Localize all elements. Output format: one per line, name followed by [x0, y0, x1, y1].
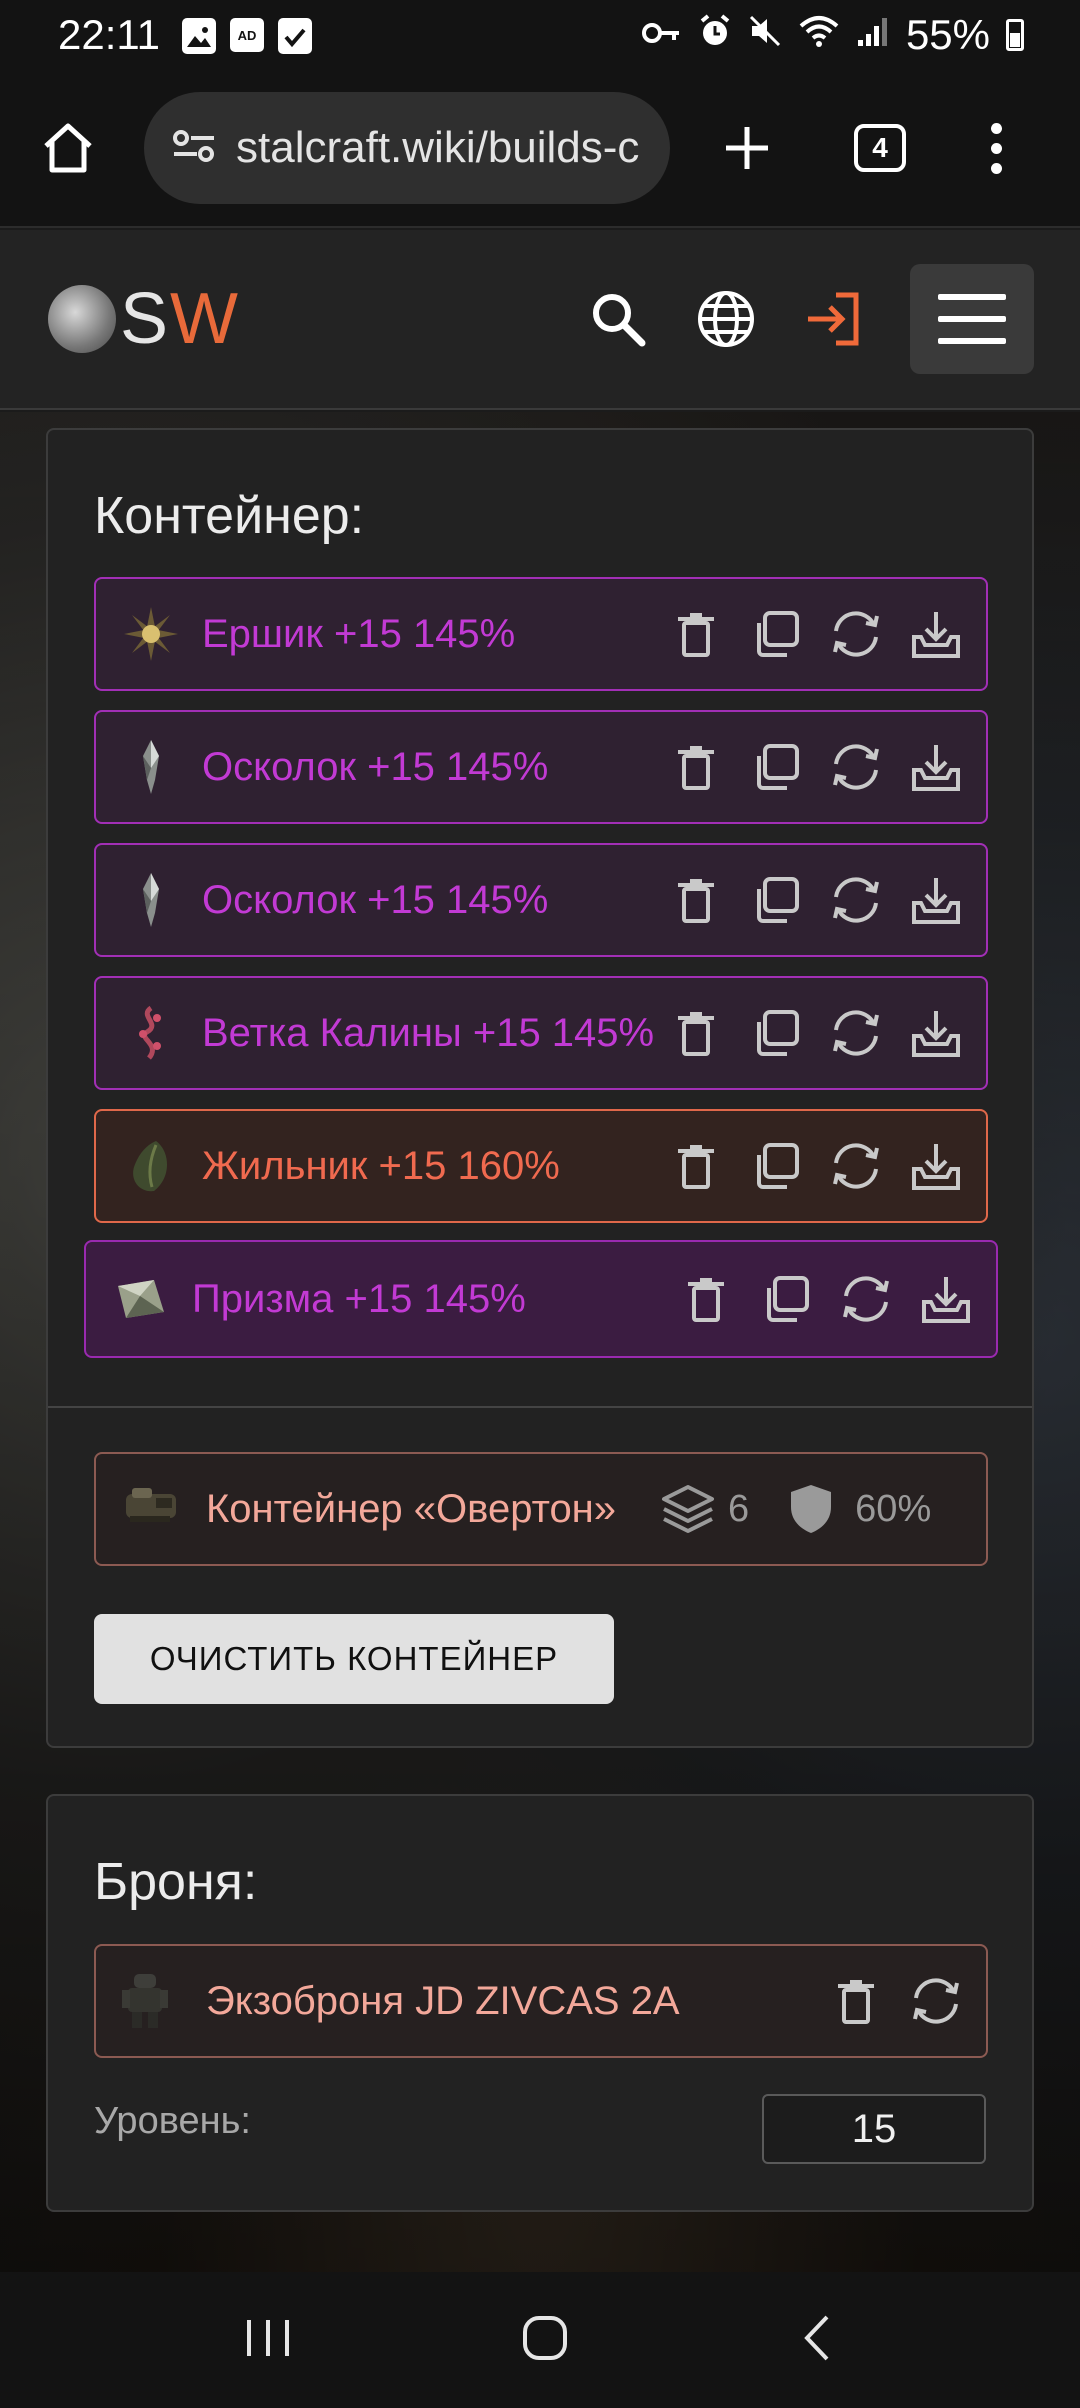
recent-apps-icon[interactable]: [243, 2316, 293, 2364]
delete-icon[interactable]: [678, 1271, 734, 1327]
artifact-row[interactable]: Осколок +15 145%: [94, 710, 988, 824]
delete-icon[interactable]: [668, 1138, 724, 1194]
home-nav-icon[interactable]: [520, 2313, 570, 2367]
download-icon[interactable]: [908, 872, 964, 928]
artifact-row[interactable]: Призма +15 145%: [84, 1240, 998, 1358]
home-icon[interactable]: [30, 110, 106, 186]
replace-icon[interactable]: [828, 1005, 884, 1061]
logo-globe-icon: [48, 285, 116, 353]
download-icon[interactable]: [908, 1005, 964, 1061]
clear-container-button[interactable]: ОЧИСТИТЬ КОНТЕЙНЕР: [94, 1614, 614, 1704]
armor-panel-title: Броня:: [94, 1853, 258, 1911]
site-settings-icon[interactable]: [172, 126, 216, 170]
artifact-name: Осколок +15 145%: [202, 877, 549, 922]
artifact-thumbnail: [112, 1270, 170, 1328]
container-panel: Контейнер: Ершик +15 145% Осколок +15 14…: [46, 428, 1034, 1748]
container-thumbnail: [122, 1480, 180, 1538]
download-icon[interactable]: [908, 606, 964, 662]
copy-icon[interactable]: [748, 1138, 804, 1194]
artifact-row[interactable]: Ершик +15 145%: [94, 577, 988, 691]
logo-letter-s: S: [120, 279, 171, 359]
delete-icon[interactable]: [828, 1973, 884, 2029]
delete-icon[interactable]: [668, 739, 724, 795]
logo-text: SW: [120, 278, 240, 360]
copy-icon[interactable]: [748, 872, 804, 928]
replace-icon[interactable]: [828, 872, 884, 928]
artifact-thumbnail: [122, 1004, 180, 1062]
language-globe-icon[interactable]: [686, 279, 766, 359]
checkbox-notification-icon: [278, 18, 312, 54]
container-panel-title: Контейнер:: [94, 487, 365, 545]
artifact-name: Осколок +15 145%: [202, 744, 549, 789]
artifact-row[interactable]: Ветка Калины +15 145%: [94, 976, 988, 1090]
alarm-icon: [698, 12, 732, 58]
vpn-key-icon: [641, 12, 682, 58]
container-type-row[interactable]: Контейнер «Овертон» 6 60%: [94, 1452, 988, 1566]
status-time: 22:11: [58, 11, 160, 58]
site-header: SW: [0, 230, 1080, 410]
url-text: stalcraft.wiki/builds-c: [236, 123, 640, 172]
copy-icon[interactable]: [748, 1005, 804, 1061]
mute-icon: [748, 12, 782, 58]
wifi-icon: [798, 12, 840, 58]
container-slots-value: 6: [728, 1487, 750, 1530]
artifact-thumbnail: [122, 871, 180, 929]
container-name: Контейнер «Овертон»: [206, 1486, 617, 1531]
copy-icon[interactable]: [748, 739, 804, 795]
battery-percent: 55%: [905, 11, 990, 58]
back-icon[interactable]: [797, 2313, 837, 2367]
replace-icon[interactable]: [908, 1973, 964, 2029]
artifact-row[interactable]: Осколок +15 145%: [94, 843, 988, 957]
level-input[interactable]: 15: [762, 2094, 986, 2164]
battery-icon: [1006, 19, 1024, 51]
artifact-thumbnail: [122, 605, 180, 663]
shield-icon: [791, 1485, 832, 1533]
delete-icon[interactable]: [668, 606, 724, 662]
replace-icon[interactable]: [828, 1138, 884, 1194]
delete-icon[interactable]: [668, 1005, 724, 1061]
replace-icon[interactable]: [838, 1271, 894, 1327]
artifact-name: Ершик +15 145%: [202, 611, 516, 656]
copy-icon[interactable]: [758, 1271, 814, 1327]
artifact-name: Жильник +15 160%: [202, 1143, 560, 1188]
replace-icon[interactable]: [828, 606, 884, 662]
gallery-notification-icon: [182, 18, 216, 54]
download-icon[interactable]: [908, 1138, 964, 1194]
container-protection-value: 60%: [855, 1487, 932, 1530]
container-protection: 60%: [789, 1483, 931, 1535]
status-bar: 22:11 AD 55%: [0, 0, 1080, 70]
hamburger-menu-button[interactable]: [910, 264, 1034, 374]
armor-name: Экзоброня JD ZIVCAS 2A: [206, 1978, 680, 2023]
signal-icon: [856, 12, 890, 58]
container-slots: 6: [660, 1481, 749, 1537]
ad-blocker-label: AD: [237, 27, 257, 43]
download-icon[interactable]: [908, 739, 964, 795]
url-bar[interactable]: stalcraft.wiki/builds-c: [144, 92, 670, 204]
armor-panel: Броня: Экзоброня JD ZIVCAS 2A Уровень: 1…: [46, 1794, 1034, 2212]
login-icon[interactable]: [794, 279, 874, 359]
browser-toolbar: stalcraft.wiki/builds-c 4: [0, 70, 1080, 228]
container-divider: [48, 1406, 1032, 1408]
ad-blocker-icon: AD: [230, 18, 264, 52]
site-logo[interactable]: SW: [48, 278, 240, 360]
search-icon[interactable]: [578, 279, 658, 359]
more-options-icon[interactable]: [976, 113, 1016, 183]
artifact-name: Ветка Калины +15 145%: [202, 1010, 655, 1055]
artifact-thumbnail: [122, 1137, 180, 1195]
armor-thumbnail: [122, 1972, 180, 2030]
copy-icon[interactable]: [748, 606, 804, 662]
logo-letter-w: W: [170, 279, 240, 359]
armor-row[interactable]: Экзоброня JD ZIVCAS 2A: [94, 1944, 988, 2058]
level-label: Уровень:: [94, 2100, 251, 2142]
artifact-row[interactable]: Жильник +15 160%: [94, 1109, 988, 1223]
download-icon[interactable]: [918, 1271, 974, 1327]
delete-icon[interactable]: [668, 872, 724, 928]
tab-switcher-button[interactable]: 4: [854, 124, 906, 172]
artifact-thumbnail: [122, 738, 180, 796]
new-tab-icon[interactable]: [712, 113, 782, 183]
artifact-name: Призма +15 145%: [192, 1276, 526, 1321]
replace-icon[interactable]: [828, 739, 884, 795]
system-nav-bar: [0, 2272, 1080, 2408]
layers-icon: [662, 1485, 715, 1533]
